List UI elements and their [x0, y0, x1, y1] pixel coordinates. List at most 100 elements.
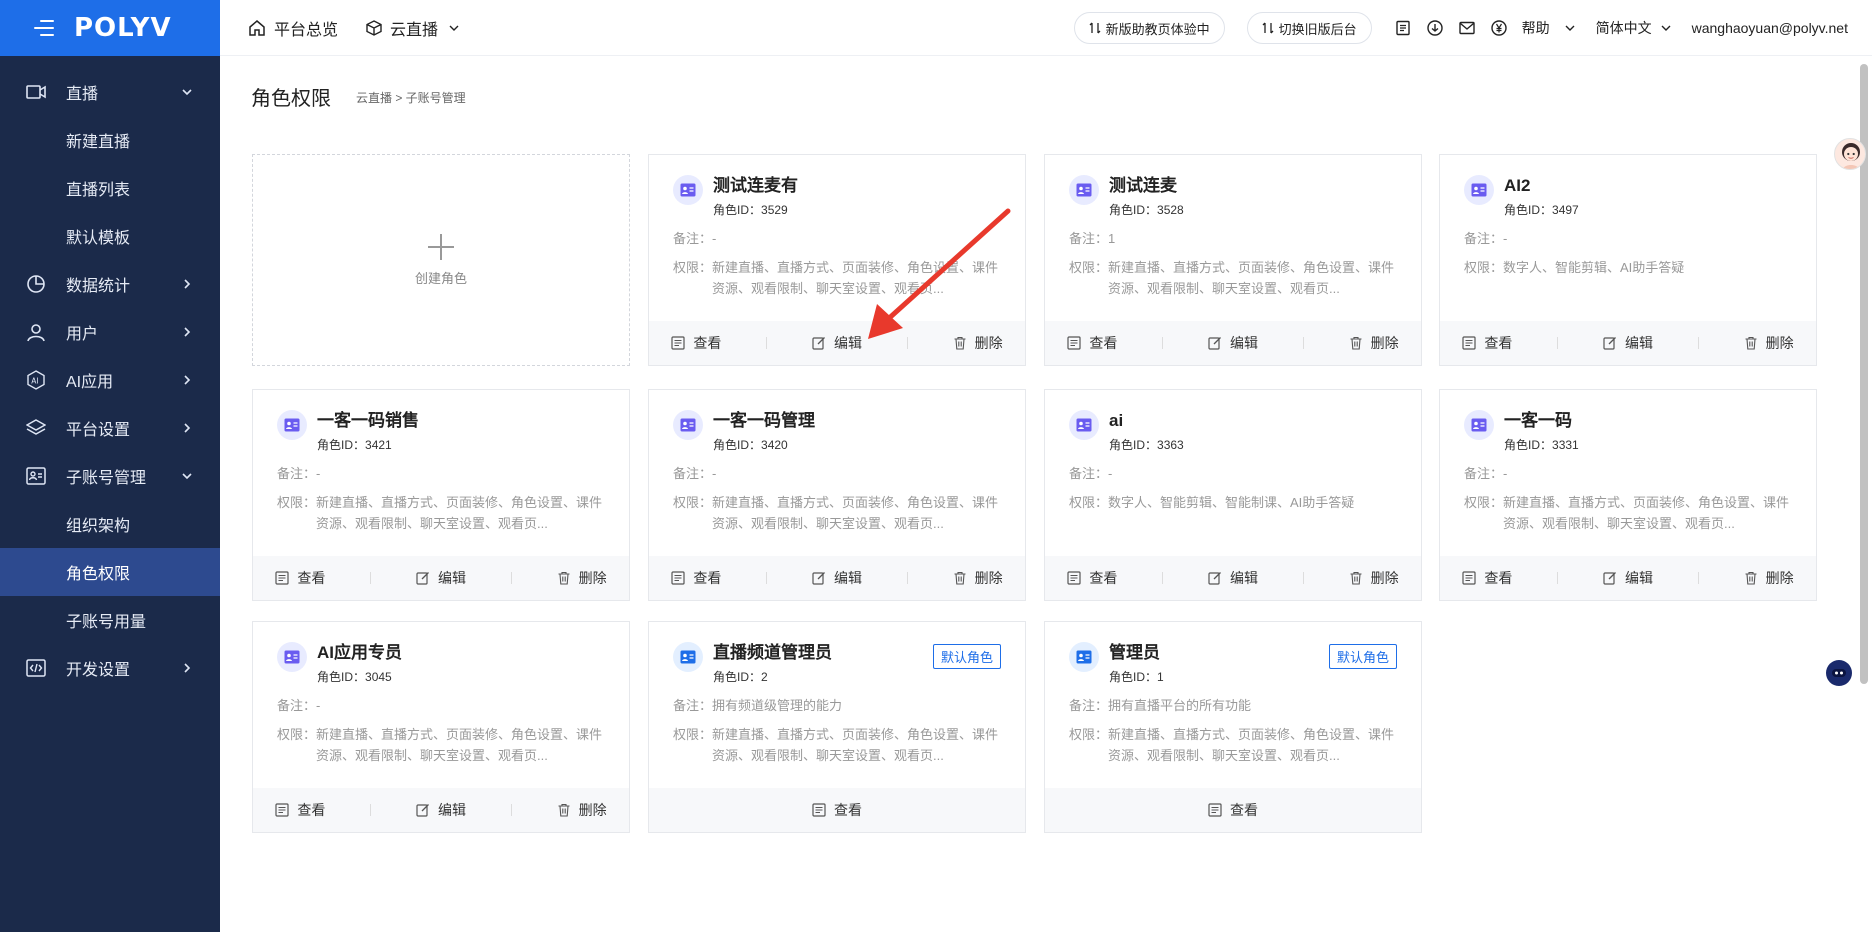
role-card-body: ai 角色ID：3363 备注：- 权限： 数字人、智能剪辑、智能制课、AI助手答…	[1045, 390, 1421, 556]
action-divider	[1162, 337, 1164, 349]
role-card-titles: 一客一码销售 角色ID：3421	[317, 410, 419, 453]
delete-button[interactable]: 删除	[1744, 333, 1794, 353]
role-card-actions: 查看 编辑 删除	[1440, 321, 1816, 365]
role-note-value: -	[712, 466, 717, 481]
nav-cloud-live[interactable]: 云直播	[366, 16, 460, 40]
delete-button[interactable]: 删除	[953, 568, 1003, 588]
new-assistant-page-button[interactable]: 新版助教页体验中	[1073, 12, 1225, 44]
sidebar-item-live-list[interactable]: 直播列表	[0, 164, 220, 212]
sidebar-item-ai[interactable]: AI AI应用	[0, 356, 220, 404]
yen-icon[interactable]	[1490, 19, 1508, 37]
id-card-icon	[24, 464, 48, 488]
role-id-value: 3421	[365, 438, 392, 452]
sidebar-item-sub-account-usage[interactable]: 子账号用量	[0, 596, 220, 644]
delete-button[interactable]: 删除	[1349, 333, 1399, 353]
sidebar: POLYV 直播 新建直播 直播列表 默认模板 数据统计 用户 AI AI应用 …	[0, 0, 220, 932]
mail-icon[interactable]	[1458, 19, 1476, 37]
view-button[interactable]: 查看	[671, 333, 721, 353]
edit-button[interactable]: 编辑	[416, 800, 466, 820]
delete-button[interactable]: 删除	[1349, 568, 1399, 588]
view-button[interactable]: 查看	[1462, 568, 1512, 588]
delete-button-label: 删除	[1765, 335, 1794, 351]
plus-icon	[428, 233, 454, 260]
role-perm-label: 权限：	[673, 495, 713, 510]
role-perm-value: 数字人、智能剪辑、智能制课、AI助手答疑	[1108, 495, 1355, 510]
user-account-menu[interactable]: wanghaoyuan@polyv.net	[1692, 20, 1848, 36]
view-button[interactable]: 查看	[1208, 800, 1258, 820]
sidebar-item-sub-accounts[interactable]: 子账号管理	[0, 452, 220, 500]
action-divider	[906, 572, 908, 584]
view-icon	[671, 336, 685, 350]
action-divider	[1557, 337, 1559, 349]
view-button[interactable]: 查看	[812, 800, 862, 820]
edit-button-label: 编辑	[437, 802, 466, 818]
role-id-value: 3529	[761, 203, 788, 217]
role-perm-value: 新建直播、直播方式、页面装修、角色设置、课件资源、观看限制、聊天室设置、观看页.…	[1108, 260, 1395, 296]
sidebar-item-platform-settings[interactable]: 平台设置	[0, 404, 220, 452]
language-select[interactable]: 简体中文	[1596, 18, 1672, 38]
edit-button-label: 编辑	[833, 335, 862, 351]
delete-button[interactable]: 删除	[557, 568, 607, 588]
edit-button[interactable]: 编辑	[1208, 568, 1258, 588]
view-button[interactable]: 查看	[275, 568, 325, 588]
edit-button[interactable]: 编辑	[1603, 568, 1653, 588]
sidebar-item-new-live[interactable]: 新建直播	[0, 116, 220, 164]
sidebar-item-statistics[interactable]: 数据统计	[0, 260, 220, 308]
role-card: 管理员 角色ID：1 备注：拥有直播平台的所有功能 权限： 新建直播、直播方式、页…	[1044, 621, 1422, 833]
role-id: 角色ID：2	[713, 668, 832, 685]
role-name: 测试连麦有	[713, 176, 798, 195]
sidebar-item-default-template[interactable]: 默认模板	[0, 212, 220, 260]
action-divider	[370, 572, 372, 584]
help-menu[interactable]: 帮助	[1522, 18, 1576, 38]
trash-icon	[954, 571, 966, 585]
sidebar-item-role-permissions[interactable]: 角色权限	[0, 548, 220, 596]
delete-button[interactable]: 删除	[953, 333, 1003, 353]
role-badge-icon	[1464, 410, 1494, 440]
role-permissions: 权限： 数字人、智能剪辑、智能制课、AI助手答疑	[1069, 492, 1397, 513]
chat-bot-icon[interactable]	[1826, 660, 1852, 686]
role-note-label: 备注：	[1464, 231, 1504, 246]
role-id-label: 角色ID：	[1109, 670, 1158, 684]
role-permissions: 权限： 新建直播、直播方式、页面装修、角色设置、课件资源、观看限制、聊天室设置、观…	[673, 257, 1001, 299]
sidebar-item-dev-settings[interactable]: 开发设置	[0, 644, 220, 692]
delete-button-label: 删除	[974, 335, 1003, 351]
trash-icon	[1350, 336, 1362, 350]
edit-button[interactable]: 编辑	[812, 333, 862, 353]
sidebar-item-label: 数据统计	[66, 278, 131, 295]
default-role-badge: 默认角色	[1328, 644, 1397, 669]
assistant-avatar[interactable]	[1834, 138, 1866, 170]
download-icon[interactable]	[1426, 19, 1444, 37]
sidebar-item-live[interactable]: 直播	[0, 68, 220, 116]
edit-button[interactable]: 编辑	[812, 568, 862, 588]
view-button[interactable]: 查看	[1462, 333, 1512, 353]
role-id-value: 3528	[1157, 203, 1184, 217]
document-icon[interactable]	[1394, 19, 1412, 37]
menu-toggle-icon[interactable]	[34, 20, 54, 36]
role-card-titles: 一客一码管理 角色ID：3420	[713, 410, 815, 453]
top-header: 平台总览 云直播 新版助教页体验中 切换旧版后台 帮助 简体中文 wanghao…	[220, 0, 1872, 56]
create-role-card[interactable]: 创建角色	[252, 154, 630, 366]
view-button[interactable]: 查看	[1067, 568, 1117, 588]
edit-button[interactable]: 编辑	[1208, 333, 1258, 353]
delete-button-label: 删除	[1765, 570, 1794, 586]
delete-button[interactable]: 删除	[1744, 568, 1794, 588]
edit-button[interactable]: 编辑	[1603, 333, 1653, 353]
edit-button[interactable]: 编辑	[416, 568, 466, 588]
sidebar-item-org-structure[interactable]: 组织架构	[0, 500, 220, 548]
chevron-down-icon	[182, 473, 192, 480]
sidebar-item-users[interactable]: 用户	[0, 308, 220, 356]
view-button[interactable]: 查看	[275, 800, 325, 820]
role-note: 备注：-	[673, 463, 1001, 482]
role-name: 直播频道管理员	[713, 643, 832, 662]
delete-button[interactable]: 删除	[557, 800, 607, 820]
role-badge-icon	[1069, 642, 1099, 672]
view-button[interactable]: 查看	[671, 568, 721, 588]
view-icon	[275, 571, 289, 585]
nav-platform-overview[interactable]: 平台总览	[248, 16, 338, 40]
role-note-label: 备注：	[673, 231, 713, 246]
role-card-titles: 管理员 角色ID：1	[1109, 642, 1164, 685]
role-card-actions: 查看 编辑 删除	[253, 556, 629, 600]
switch-old-backend-button[interactable]: 切换旧版后台	[1246, 12, 1372, 44]
view-button[interactable]: 查看	[1067, 333, 1117, 353]
role-id-label: 角色ID：	[713, 203, 762, 217]
